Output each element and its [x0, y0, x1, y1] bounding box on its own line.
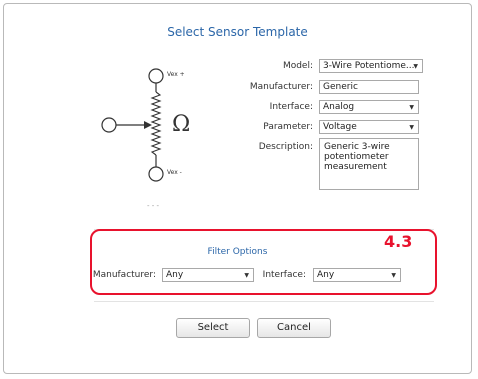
sensor-diagram: Vex + Vex - Ω - - -: [86, 62, 196, 212]
annotation-label: 4.3: [384, 232, 413, 251]
interface-select[interactable]: Analog ▼: [319, 100, 419, 114]
chevron-down-icon: ▼: [413, 63, 418, 70]
vex-minus-label: Vex -: [167, 169, 182, 176]
divider: [94, 301, 434, 302]
parameter-value: Voltage: [323, 122, 357, 132]
select-sensor-template-dialog: Select Sensor Template Vex + Vex - Ω - -…: [3, 3, 472, 374]
manufacturer-label: Manufacturer:: [249, 82, 313, 92]
description-line: measurement: [324, 162, 387, 172]
model-select[interactable]: 3-Wire Potentiome... ▼: [319, 59, 423, 73]
parameter-select[interactable]: Voltage ▼: [319, 120, 419, 134]
description-line: Generic 3-wire: [324, 142, 390, 152]
description-line: potentiometer: [324, 152, 389, 162]
description-textarea[interactable]: Generic 3-wire potentiometer measurement: [319, 138, 419, 190]
manufacturer-field[interactable]: Generic: [319, 80, 419, 94]
select-button[interactable]: Select: [176, 318, 250, 338]
ohm-symbol: Ω: [172, 112, 191, 137]
model-value: 3-Wire Potentiome...: [323, 61, 415, 71]
description-label: Description:: [258, 142, 313, 152]
interface-value: Analog: [323, 102, 355, 112]
manufacturer-value: Generic: [323, 82, 358, 92]
vex-plus-label: Vex +: [167, 71, 185, 78]
dialog-title: Select Sensor Template: [167, 25, 308, 39]
potentiometer-diagram-icon: [101, 68, 164, 182]
chevron-down-icon: ▼: [409, 124, 414, 131]
chevron-down-icon: ▼: [409, 104, 414, 111]
cancel-button[interactable]: Cancel: [257, 318, 331, 338]
interface-label: Interface:: [269, 102, 313, 112]
more-indicator: - - -: [147, 202, 160, 210]
model-label: Model:: [282, 61, 313, 71]
parameter-label: Parameter:: [263, 122, 313, 132]
